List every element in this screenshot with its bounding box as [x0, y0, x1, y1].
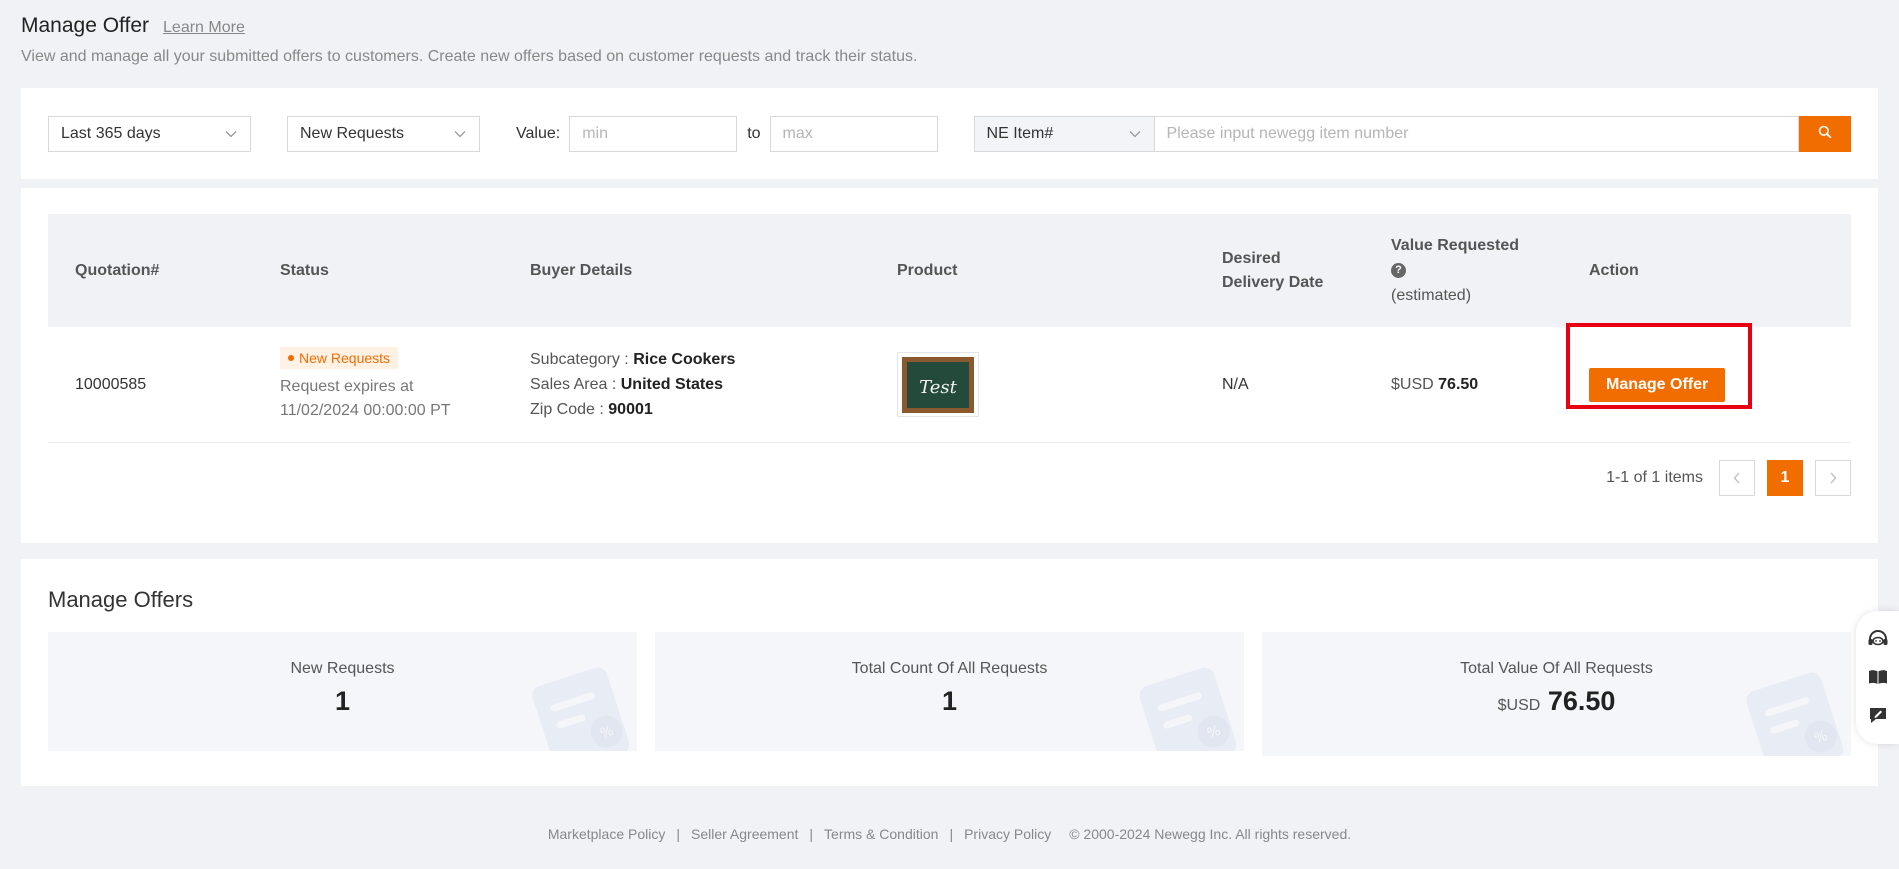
request-expiry: Request expires at 11/02/2024 00:00:00 P…: [280, 375, 503, 423]
copyright: © 2000-2024 Newegg Inc. All rights reser…: [1069, 826, 1352, 842]
page-description: View and manage all your submitted offer…: [21, 48, 918, 65]
header-value-line1: Value Requested: [1391, 237, 1520, 254]
stat-value: 1: [941, 686, 958, 716]
zip-code-label: Zip Code :: [530, 401, 604, 418]
search-icon: [1818, 125, 1832, 142]
headset-icon[interactable]: [1866, 628, 1890, 652]
value-max-input[interactable]: [769, 115, 938, 152]
header-status: Status: [280, 261, 329, 279]
buyer-details: Subcategory : Rice Cookers Sales Area : …: [503, 347, 870, 422]
footer-link-terms[interactable]: Terms & Condition: [824, 826, 938, 842]
status-badge-label: New Requests: [299, 349, 391, 366]
period-select-value: Last 365 days: [61, 124, 161, 142]
offer-document-icon: %: [1139, 667, 1237, 751]
stat-card-total-value: Total Value Of All Requests $USD 76.50 %: [1262, 632, 1851, 756]
stats-title: Manage Offers: [48, 587, 194, 612]
chevron-right-icon: [1830, 472, 1837, 484]
header-action: Action: [1589, 261, 1639, 279]
manage-offer-button[interactable]: Manage Offer: [1589, 367, 1726, 402]
header-value-estimated: (estimated): [1391, 287, 1472, 304]
stat-label: New Requests: [290, 660, 395, 677]
header-delivery-date: Desired Delivery Date: [1195, 247, 1364, 295]
sales-area-label: Sales Area :: [530, 376, 617, 393]
subcategory-label: Subcategory :: [530, 351, 629, 368]
period-select[interactable]: Last 365 days: [48, 115, 251, 152]
footer-link-marketplace-policy[interactable]: Marketplace Policy: [548, 826, 666, 842]
request-expiry-line2: 11/02/2024 00:00:00 PT: [280, 401, 451, 419]
page-1-button[interactable]: 1: [1767, 460, 1803, 496]
header-quotation: Quotation#: [75, 261, 160, 279]
header-product: Product: [897, 261, 958, 279]
stats-section: Manage Offers New Requests 1 % Total Cou…: [21, 559, 1878, 786]
stat-value: 1: [334, 686, 351, 716]
delivery-date: N/A: [1222, 375, 1249, 393]
pagination: 1-1 of 1 items 1: [48, 460, 1851, 496]
value-amount: 76.50: [1438, 375, 1479, 393]
value-min-input[interactable]: [569, 115, 738, 152]
header-delivery-line1: Desired: [1222, 249, 1281, 267]
search-button[interactable]: [1799, 115, 1851, 152]
book-icon[interactable]: [1866, 665, 1890, 689]
quotation-number: 10000585: [75, 375, 147, 393]
value-currency: $USD: [1391, 375, 1434, 393]
product-thumbnail[interactable]: Test: [897, 352, 979, 417]
value-label: Value:: [516, 124, 561, 142]
footer: Marketplace Policy | Seller Agreement | Term…: [547, 826, 1352, 842]
manage-offer-page: Manage Offer Learn More View and manage …: [0, 0, 1899, 869]
stat-card-new-requests: New Requests 1 %: [48, 632, 637, 751]
table-header: Quotation# Status Buyer Details Product …: [48, 214, 1851, 327]
stat-value: $USD 76.50: [1498, 686, 1616, 717]
feedback-icon[interactable]: [1866, 703, 1890, 727]
search-type-select[interactable]: NE Item#: [973, 115, 1155, 152]
zip-code-value: 90001: [608, 401, 653, 418]
item-number-input[interactable]: [1154, 115, 1799, 152]
status-select-value: New Requests: [300, 124, 405, 142]
status-dot: [288, 354, 294, 361]
request-expiry-line1: Request expires at: [280, 377, 414, 395]
sales-area-value: United States: [620, 376, 723, 393]
filter-bar: Last 365 days New Requests Value: to NE …: [21, 88, 1878, 179]
action-cell: Manage Offer: [1562, 322, 1851, 409]
product-cell: Test: [870, 352, 1195, 417]
chevron-down-icon: [1128, 127, 1142, 141]
status-cell: New Requests Request expires at 11/02/20…: [253, 346, 503, 423]
learn-more-link[interactable]: Learn More: [163, 19, 245, 37]
status-select[interactable]: New Requests: [287, 115, 480, 152]
stat-label: Total Value Of All Requests: [1460, 660, 1653, 677]
header-buyer-details: Buyer Details: [530, 261, 633, 279]
chevron-left-icon: [1733, 472, 1740, 484]
pagination-info: 1-1 of 1 items: [1606, 469, 1703, 486]
stat-amount: 76.50: [1547, 686, 1616, 716]
table-row: 10000585 New Requests Request expires at…: [48, 322, 1851, 443]
chevron-down-icon: [224, 127, 238, 141]
help-icon[interactable]: ?: [1391, 263, 1406, 279]
chevron-down-icon: [453, 127, 467, 141]
subcategory-value: Rice Cookers: [633, 351, 736, 368]
item-search-group: NE Item#: [973, 115, 1851, 152]
stat-currency: $USD: [1497, 697, 1541, 714]
to-label: to: [747, 124, 761, 142]
status-badge: New Requests: [280, 346, 399, 369]
search-type-value: NE Item#: [986, 124, 1054, 142]
stat-card-total-count: Total Count Of All Requests 1 %: [655, 632, 1244, 751]
stat-label: Total Count Of All Requests: [851, 660, 1048, 677]
side-toolbar: [1856, 611, 1899, 744]
next-page-button[interactable]: [1815, 460, 1851, 496]
offer-document-icon: %: [1746, 672, 1844, 756]
value-requested: $USD 76.50: [1364, 376, 1562, 394]
product-image-text: Test: [919, 377, 957, 398]
header-delivery-line2: Delivery Date: [1222, 273, 1324, 291]
page-header: Manage Offer Learn More View and manage …: [21, 0, 1878, 88]
footer-link-privacy-policy[interactable]: Privacy Policy: [964, 826, 1051, 842]
offer-document-icon: %: [532, 667, 630, 751]
prev-page-button[interactable]: [1719, 460, 1755, 496]
footer-link-seller-agreement[interactable]: Seller Agreement: [691, 826, 798, 842]
page-title: Manage Offer: [21, 14, 150, 37]
offers-table-section: Quotation# Status Buyer Details Product …: [21, 188, 1878, 543]
header-value-requested: Value Requested ? (estimated): [1364, 233, 1562, 308]
